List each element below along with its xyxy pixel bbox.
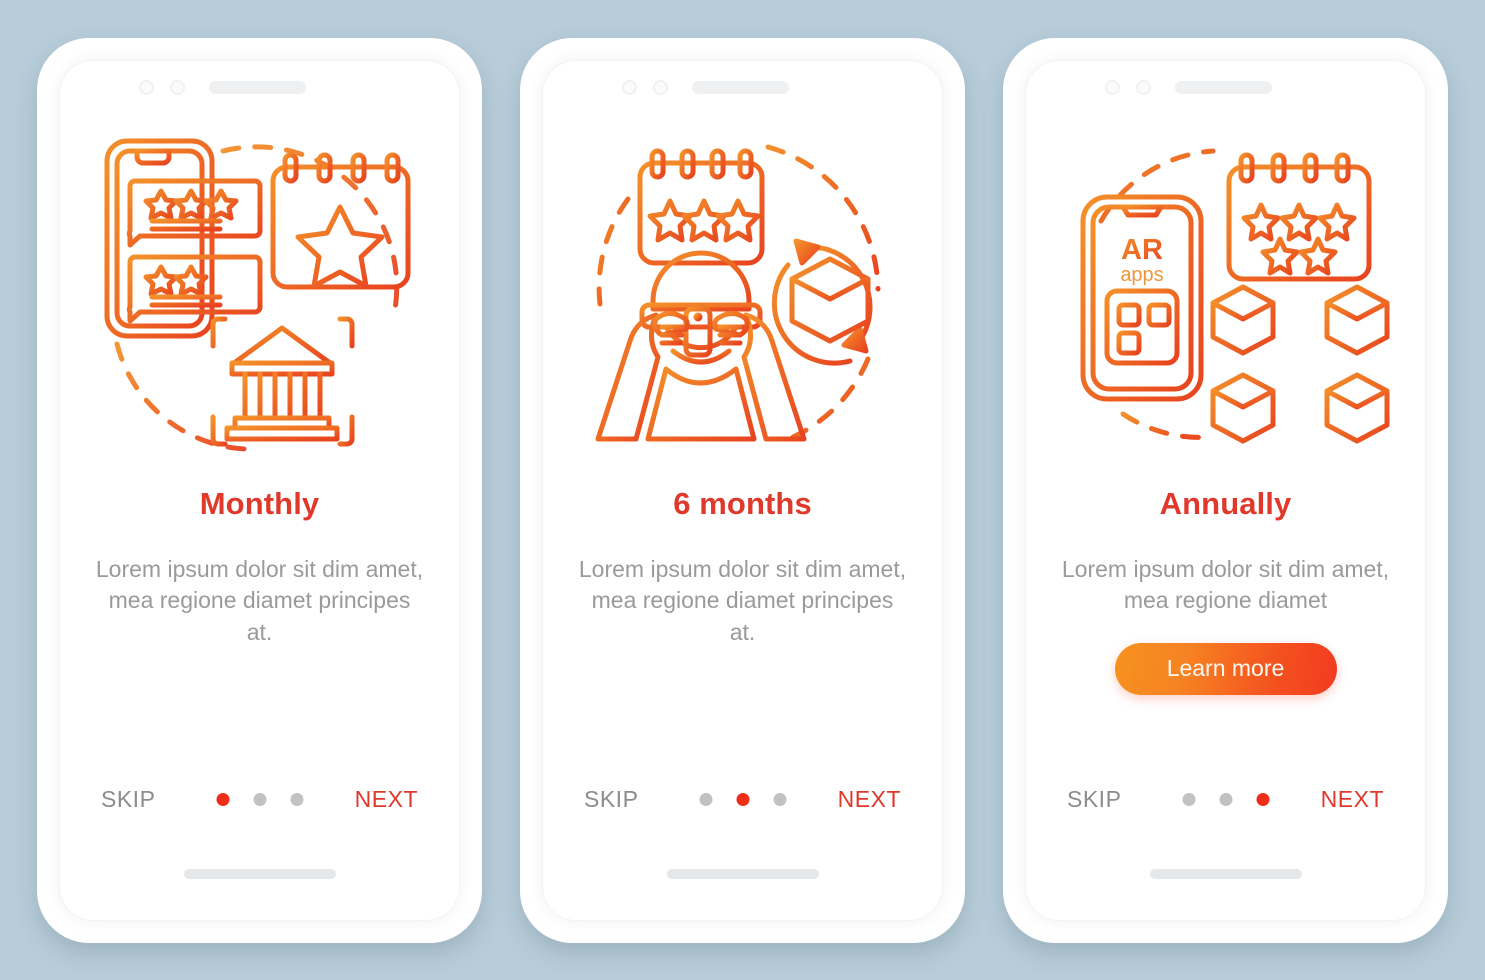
pagination-dot-1[interactable] [1182, 792, 1195, 806]
speaker-grille-icon [1175, 81, 1272, 94]
phone-mockup-six-months: 6 months Lorem ipsum dolor sit dim amet,… [520, 37, 965, 943]
speaker-grille-icon [692, 81, 789, 94]
next-button[interactable]: NEXT [1321, 786, 1384, 813]
phone-mockup-monthly: Monthly Lorem ipsum dolor sit dim amet, … [37, 37, 482, 943]
sensor-icon [653, 80, 668, 95]
page-description: Lorem ipsum dolor sit dim amet, mea regi… [578, 555, 907, 645]
skip-button[interactable]: SKIP [1067, 786, 1121, 813]
apps-label: apps [1120, 264, 1163, 286]
illustration-six-months [542, 116, 943, 472]
phone-mockup-annually: AR apps Annually Lorem ipsum dolor sit d… [1003, 37, 1448, 943]
pagination-dot-1[interactable] [216, 792, 229, 806]
sensor-icon [1136, 80, 1151, 95]
camera-icon [139, 80, 154, 95]
skip-button[interactable]: SKIP [101, 786, 155, 813]
onboarding-footer-nav: SKIP NEXT [542, 786, 943, 813]
camera-icon [622, 80, 637, 95]
illustration-annually: AR apps [1025, 116, 1426, 472]
pagination-dots [699, 792, 786, 806]
home-indicator[interactable] [1149, 868, 1302, 879]
pagination-dot-2[interactable] [1219, 792, 1232, 806]
illustration-monthly [59, 116, 460, 472]
phone-status-bar [59, 60, 460, 116]
home-indicator[interactable] [183, 868, 336, 879]
pagination-dot-3[interactable] [773, 792, 786, 806]
speaker-grille-icon [209, 81, 306, 94]
pagination-dot-2[interactable] [736, 792, 749, 806]
onboarding-screen-monthly: Monthly Lorem ipsum dolor sit dim amet, … [59, 59, 460, 921]
skip-button[interactable]: SKIP [584, 786, 638, 813]
onboarding-footer-nav: SKIP NEXT [59, 786, 460, 813]
page-description: Lorem ipsum dolor sit dim amet, mea regi… [95, 555, 424, 645]
phone-status-bar [1025, 60, 1426, 116]
page-title: 6 months [673, 485, 812, 521]
pagination-dots [216, 792, 303, 806]
page-title: Annually [1159, 485, 1292, 521]
pagination-dots [1182, 792, 1269, 806]
page-title: Monthly [199, 485, 320, 521]
pagination-dot-3[interactable] [1256, 792, 1269, 806]
camera-icon [1105, 80, 1120, 95]
ar-label: AR [1121, 234, 1163, 266]
phone-status-bar [542, 60, 943, 116]
pagination-dot-3[interactable] [290, 792, 303, 806]
onboarding-screens-row: Monthly Lorem ipsum dolor sit dim amet, … [0, 0, 1485, 980]
pagination-dot-2[interactable] [253, 792, 266, 806]
learn-more-button[interactable]: Learn more [1114, 642, 1337, 695]
page-description: Lorem ipsum dolor sit dim amet, mea regi… [1061, 555, 1390, 614]
next-button[interactable]: NEXT [838, 786, 901, 813]
next-button[interactable]: NEXT [355, 786, 418, 813]
onboarding-screen-six-months: 6 months Lorem ipsum dolor sit dim amet,… [542, 59, 943, 921]
pagination-dot-1[interactable] [699, 792, 712, 806]
onboarding-footer-nav: SKIP NEXT [1025, 786, 1426, 813]
onboarding-screen-annually: AR apps Annually Lorem ipsum dolor sit d… [1025, 59, 1426, 921]
home-indicator[interactable] [666, 868, 819, 879]
sensor-icon [170, 80, 185, 95]
